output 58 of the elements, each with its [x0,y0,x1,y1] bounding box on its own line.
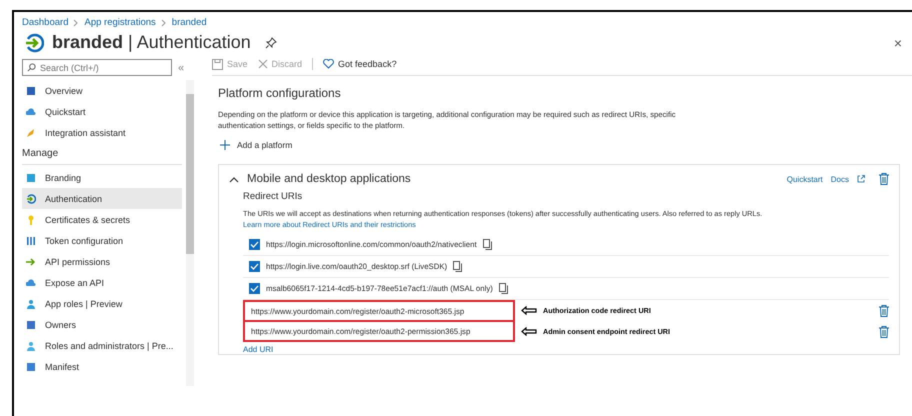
trash-icon[interactable] [879,304,889,316]
sidebar-item[interactable]: Expose an API [22,272,182,293]
sidebar-item[interactable]: Owners [22,314,182,335]
cloud-icon [26,278,36,288]
key-icon [26,214,36,224]
checkbox[interactable] [249,261,260,272]
section-heading: Platform configurations [218,86,342,100]
add-platform-button[interactable]: Add a platform [218,140,294,150]
sidebar-item[interactable]: Token configuration [22,230,182,251]
add-uri-link[interactable]: Add URI [243,345,274,354]
breadcrumb-link[interactable]: branded [172,17,207,28]
plus-icon [220,140,230,150]
trash-icon[interactable] [879,326,889,338]
sidebar-item[interactable]: Authentication [22,188,182,209]
chevron-icon [160,18,167,26]
person-icon [26,298,36,308]
arrow-icon [26,194,36,204]
docs-link[interactable]: Docs [830,174,849,184]
sidebar-item[interactable]: Branding [22,167,182,188]
chevron-icon[interactable] [229,176,239,182]
arrow-icon [521,327,537,336]
sidebar-item[interactable]: Certificates & secrets [22,209,182,230]
feedback-button[interactable]: Got feedback? [323,59,397,69]
cloud-icon [26,106,36,116]
sidebar-item[interactable]: Overview [22,80,182,101]
person-icon [26,340,36,350]
breadcrumb-link[interactable]: App registrations [84,17,156,28]
close-button[interactable]: × [892,34,904,50]
sidebar-item[interactable]: Quickstart [22,101,182,122]
checkbox[interactable] [249,283,260,294]
quickstart-link[interactable]: Quickstart [786,174,823,184]
close-icon [258,59,268,69]
chevron-icon [73,18,80,26]
breadcrumb-link[interactable]: Dashboard [22,17,68,28]
copy-icon[interactable] [498,283,508,294]
copy-icon[interactable] [453,261,462,272]
rocket-icon [26,128,36,138]
trash-icon[interactable] [879,173,889,185]
sidebar-item[interactable]: App roles | Preview [22,293,182,314]
sidebar-item[interactable]: Manifest [22,356,182,377]
external-link-icon [857,175,865,183]
arrow-icon [521,306,537,315]
pin-icon[interactable] [264,36,277,48]
platform-title: Mobile and desktop applications [247,173,411,185]
scrollbar[interactable] [186,80,194,386]
collapse-button[interactable]: « [178,62,184,74]
sidebar-item[interactable]: Roles and administrators | Pre... [22,335,182,356]
page-title: branded | Authentication [52,32,251,53]
search-field[interactable]: Search (Ctrl+/) [22,59,172,76]
subheading: Redirect URIs [243,191,304,202]
sidebar-item[interactable]: API permissions [22,251,182,272]
copy-icon[interactable] [482,239,492,250]
app-logo-icon [24,32,44,52]
section-header: Manage [22,143,182,165]
checkbox[interactable] [249,239,260,250]
arrow-icon [26,256,36,266]
sidebar-item[interactable]: Integration assistant [22,122,182,143]
heart-icon [323,59,334,69]
